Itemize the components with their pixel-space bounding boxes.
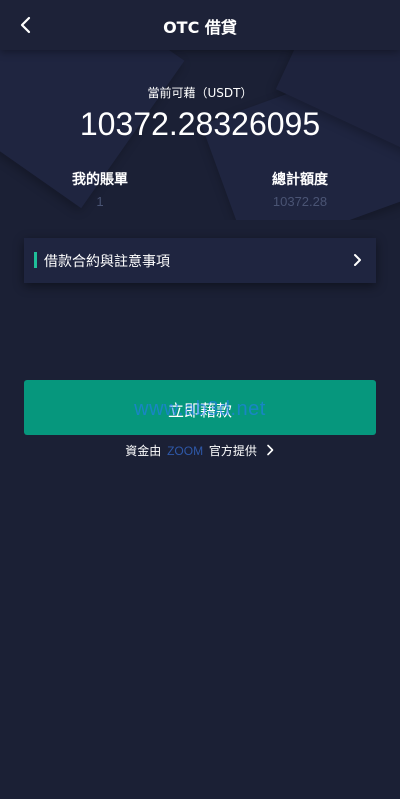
total-quota-label: 總計額度	[272, 172, 328, 188]
available-label: 當前可藉（USDT）	[147, 86, 253, 100]
page-title: OTC 借貸	[163, 18, 237, 37]
available-amount: 10372.28326095	[79, 106, 321, 142]
loan-agreement-row[interactable]: 借款合約與註意事項	[24, 238, 376, 283]
loan-agreement-label: 借款合約與註意事項	[44, 254, 170, 270]
top-nav-bar: OTC 借貸	[0, 0, 400, 50]
provider-brand: ZOOM	[167, 444, 204, 458]
my-bills-value: 1	[96, 194, 104, 209]
my-bills-stat[interactable]: 我的賬單 1	[20, 170, 180, 209]
fund-provider-link[interactable]: 資金由 ZOOM 官方提供	[0, 442, 400, 459]
my-bills-label: 我的賬單	[72, 172, 128, 188]
total-quota-value: 10372.28	[272, 194, 328, 209]
chevron-right-icon	[266, 444, 274, 456]
chevron-right-icon	[354, 254, 361, 266]
borrow-now-label: 立即藉款	[167, 401, 232, 420]
provider-suffix: 官方提供	[208, 444, 257, 458]
borrow-now-button[interactable]: 立即藉款	[24, 380, 376, 435]
accent-bar	[34, 252, 37, 268]
total-quota-stat: 總計額度 10372.28	[220, 170, 380, 209]
provider-prefix: 資金由	[125, 444, 162, 458]
